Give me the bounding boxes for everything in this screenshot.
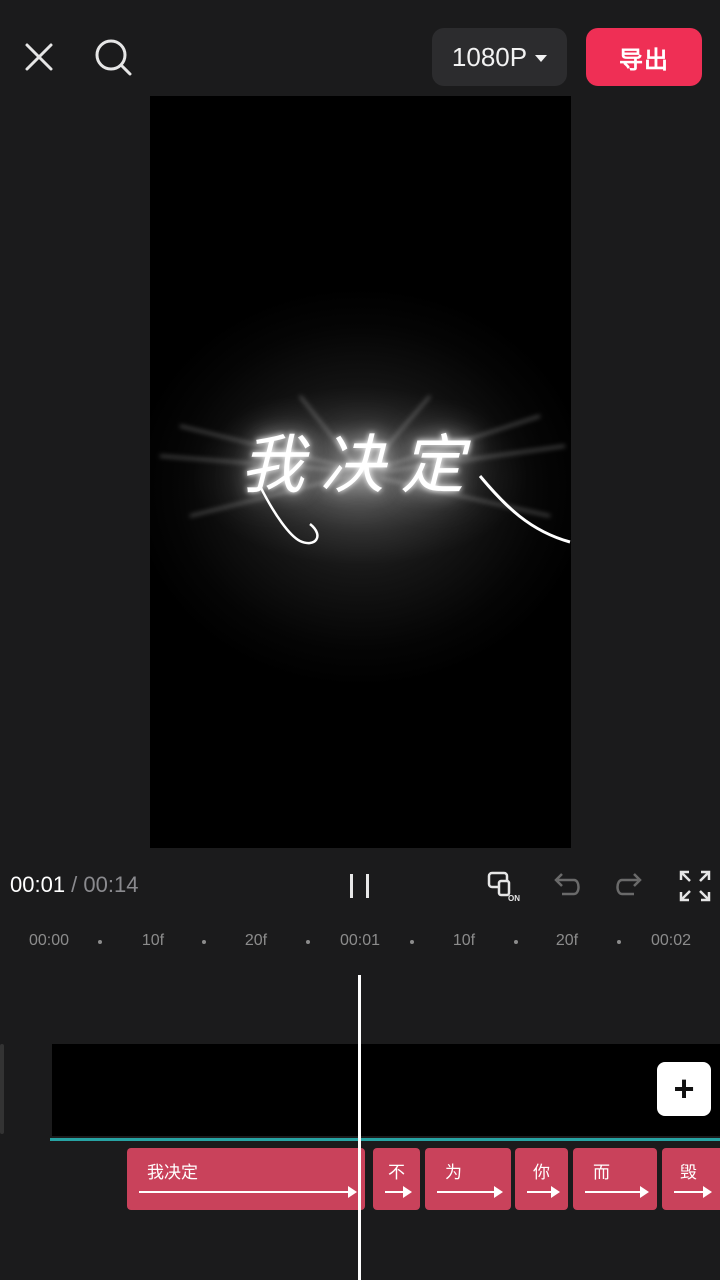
text-clip[interactable]: 为 <box>425 1148 511 1210</box>
ruler-label: 00:02 <box>650 932 692 949</box>
top-bar: 1080P 导出 <box>0 0 720 96</box>
fullscreen-button[interactable] <box>677 868 713 904</box>
text-clip[interactable]: 不 <box>373 1148 420 1210</box>
add-clip-button[interactable]: + <box>657 1062 711 1116</box>
pause-button[interactable] <box>346 872 374 900</box>
ruler-dot <box>306 940 310 944</box>
close-icon <box>25 43 53 71</box>
arrow-right-icon <box>385 1186 412 1198</box>
undo-icon <box>554 873 580 896</box>
close-button[interactable] <box>18 36 60 78</box>
playback-controls: 00:01 / 00:14 ON <box>0 848 720 922</box>
ruler-dot <box>98 940 102 944</box>
undo-button[interactable] <box>548 868 584 904</box>
ruler-dot <box>410 940 414 944</box>
export-button[interactable]: 导出 <box>586 28 702 86</box>
track-edge <box>0 1044 4 1134</box>
arrow-right-icon <box>585 1186 649 1198</box>
text-clip-label: 为 <box>445 1163 462 1182</box>
search-button[interactable] <box>90 34 136 80</box>
text-clip[interactable]: 我决定 <box>127 1148 365 1210</box>
keyframe-on-icon: ON <box>487 871 520 903</box>
resolution-dropdown[interactable]: 1080P <box>432 28 567 86</box>
text-clip[interactable]: 你 <box>515 1148 568 1210</box>
text-clip-label: 你 <box>533 1163 550 1182</box>
time-display: 00:01 / 00:14 <box>10 872 138 898</box>
arrow-right-icon <box>674 1186 712 1198</box>
video-track-clip[interactable] <box>52 1044 720 1136</box>
total-time: 00:14 <box>83 872 139 897</box>
redo-button[interactable] <box>612 868 648 904</box>
ruler-dot <box>202 940 206 944</box>
arrow-right-icon <box>527 1186 560 1198</box>
ruler-dot <box>617 940 621 944</box>
resolution-label: 1080P <box>451 41 528 72</box>
time-ruler[interactable]: 00:00 10f 20f 00:01 10f 20f 00:02 <box>0 922 720 962</box>
text-clip-label: 而 <box>593 1163 610 1182</box>
arrow-right-icon <box>139 1186 357 1198</box>
current-time: 00:01 <box>10 872 66 897</box>
preview-caption: 我决定 <box>240 429 481 503</box>
redo-icon <box>616 873 642 896</box>
video-preview[interactable]: 我决定 <box>150 96 571 848</box>
search-icon <box>95 39 132 76</box>
keyframe-toggle-button[interactable]: ON <box>486 868 522 904</box>
chevron-down-icon <box>535 54 548 62</box>
ruler-label: 00:01 <box>339 932 381 949</box>
playhead[interactable] <box>358 975 361 1280</box>
text-clip[interactable]: 而 <box>573 1148 657 1210</box>
ruler-label: 20f <box>555 932 579 949</box>
text-clip[interactable]: 毁 <box>662 1148 720 1210</box>
track-divider <box>50 1138 720 1141</box>
text-clip-label: 毁 <box>680 1163 697 1182</box>
pause-icon-bar <box>366 874 369 898</box>
time-separator: / <box>65 872 84 897</box>
fullscreen-icon <box>679 870 711 902</box>
pause-icon <box>350 874 353 898</box>
ruler-label: 10f <box>452 932 476 949</box>
text-clip-label: 不 <box>388 1163 405 1182</box>
svg-text:ON: ON <box>508 894 520 903</box>
text-clip-label: 我决定 <box>147 1163 198 1182</box>
ruler-label: 00:00 <box>28 932 70 949</box>
ruler-label: 10f <box>141 932 165 949</box>
ruler-dot <box>514 940 518 944</box>
ruler-label: 20f <box>244 932 268 949</box>
arrow-right-icon <box>437 1186 503 1198</box>
